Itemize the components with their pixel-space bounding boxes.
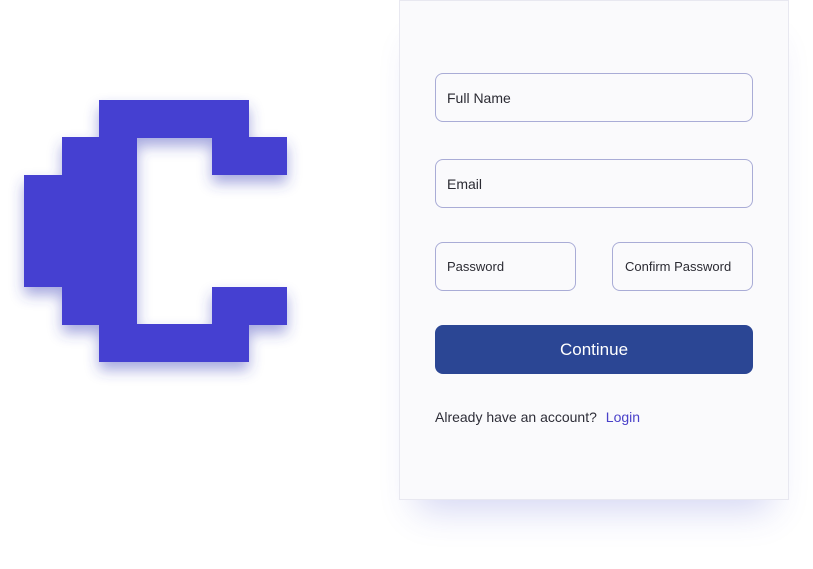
account-prompt-text: Already have an account? [435, 409, 597, 425]
email-placeholder: Email [447, 175, 483, 192]
continue-button[interactable]: Continue [435, 325, 753, 374]
login-prompt: Already have an account? Login [435, 409, 640, 425]
logo-pixel-block [212, 137, 287, 175]
signup-page: Full Name Email Password Confirm Passwor… [0, 0, 813, 569]
brand-logo [0, 0, 360, 420]
logo-pixel-block [99, 324, 249, 362]
confirm-password-field[interactable]: Confirm Password [612, 242, 753, 291]
password-placeholder: Password [447, 259, 505, 274]
login-link[interactable]: Login [606, 409, 640, 425]
logo-pixel-block [62, 287, 137, 325]
logo-pixel-block [62, 137, 137, 175]
signup-form-card: Full Name Email Password Confirm Passwor… [399, 0, 789, 500]
full-name-field[interactable]: Full Name [435, 73, 753, 122]
confirm-password-placeholder: Confirm Password [625, 259, 732, 274]
full-name-placeholder: Full Name [447, 89, 511, 106]
email-field[interactable]: Email [435, 159, 753, 208]
logo-pixel-block [24, 175, 99, 287]
logo-pixel-block [99, 175, 137, 287]
pixel-c-logo-icon [24, 100, 287, 362]
logo-pixel-block [212, 287, 287, 325]
password-field[interactable]: Password [435, 242, 576, 291]
logo-pixel-block [99, 100, 249, 138]
